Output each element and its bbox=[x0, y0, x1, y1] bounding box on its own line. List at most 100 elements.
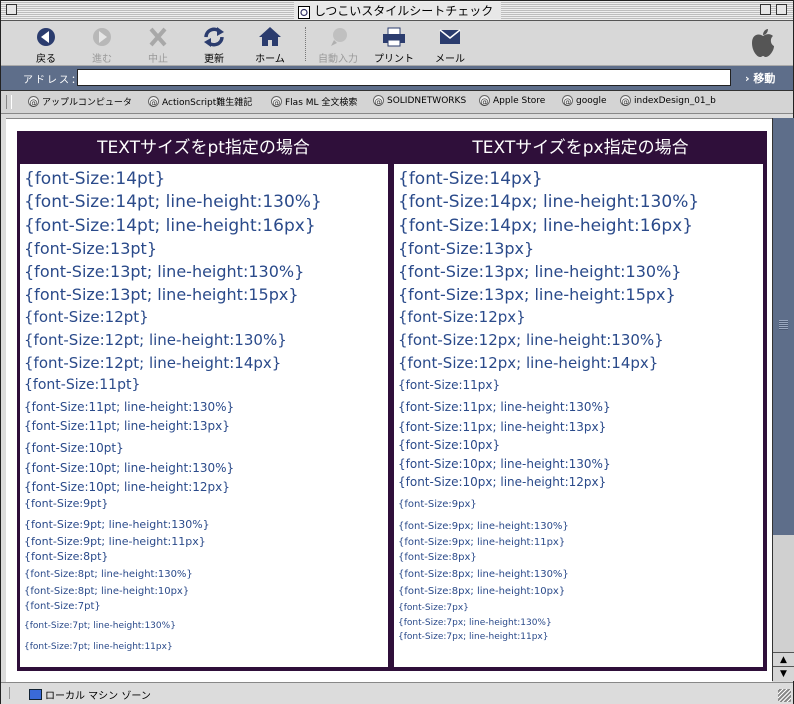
font-size-sample: {font-Size:11pt; line-height:13px} bbox=[24, 419, 230, 433]
favorite-label: Flas ML 全文検索 bbox=[285, 98, 358, 108]
font-size-sample: {font-Size:8px} bbox=[398, 552, 477, 563]
refresh-button[interactable]: 更新 bbox=[188, 24, 240, 65]
go-button[interactable]: › 移動 bbox=[745, 70, 775, 86]
comparison-table: TEXTサイズをpt指定の場合 TEXTサイズをpx指定の場合 {font-Si… bbox=[17, 131, 767, 671]
favorite-at-icon: @ bbox=[479, 95, 490, 106]
stop-x-icon bbox=[145, 26, 171, 48]
scroll-down-arrow-icon[interactable]: ▼ bbox=[773, 666, 794, 681]
stop-label: 中止 bbox=[148, 54, 168, 65]
font-size-sample: {font-Size:7px; line-height:11px} bbox=[398, 632, 549, 642]
favorites-bar: @ アップルコンピュータ @ ActionScript難生雑記 @ Flas ML 全… bbox=[1, 91, 793, 114]
forward-label: 進む bbox=[92, 54, 112, 65]
mail-button[interactable]: メール bbox=[424, 24, 476, 65]
favorite-label: Apple Store bbox=[493, 95, 546, 106]
font-size-sample: {font-Size:11pt; line-height:130%} bbox=[24, 400, 235, 414]
font-size-sample: {font-Size:8px; line-height:130%} bbox=[398, 569, 569, 580]
back-label: 戻る bbox=[36, 54, 56, 65]
font-size-sample: {font-Size:11px; line-height:13px} bbox=[398, 420, 607, 434]
font-size-sample: {font-Size:9px; line-height:130%} bbox=[398, 521, 569, 532]
font-size-sample: {font-Size:10pt; line-height:130%} bbox=[24, 461, 235, 475]
font-size-sample: {font-Size:8pt; line-height:10px} bbox=[24, 586, 190, 597]
toolbar-separator bbox=[305, 27, 307, 61]
favorite-at-icon: @ bbox=[271, 96, 282, 107]
status-bar: ローカル マシン ゾーン bbox=[1, 682, 793, 704]
computer-icon bbox=[29, 689, 42, 700]
font-size-sample: {font-Size:8pt} bbox=[24, 550, 109, 563]
toolbar: 戻る 進む 中止 更新 ホーム 自動入力 プリント メール bbox=[1, 21, 793, 66]
collapse-box[interactable] bbox=[776, 4, 787, 15]
home-label: ホーム bbox=[255, 54, 285, 65]
back-button[interactable]: 戻る bbox=[20, 24, 72, 65]
print-button[interactable]: プリント bbox=[368, 24, 420, 65]
address-input[interactable] bbox=[77, 69, 731, 86]
font-size-sample: {font-Size:12px; line-height:14px} bbox=[398, 354, 659, 372]
favorite-link[interactable]: @ ActionScript難生雑記 bbox=[148, 95, 252, 108]
font-size-sample: {font-Size:11px; line-height:130%} bbox=[398, 400, 611, 414]
scroll-up-arrow-icon[interactable]: ▲ bbox=[773, 652, 794, 667]
printer-icon bbox=[381, 26, 407, 48]
scroll-track[interactable] bbox=[773, 535, 794, 652]
refresh-label: 更新 bbox=[204, 54, 224, 65]
resize-grip-icon[interactable] bbox=[778, 689, 791, 702]
window-title: しつこいスタイルシートチェック bbox=[314, 4, 494, 18]
favorite-at-icon: @ bbox=[148, 96, 159, 107]
font-size-sample: {font-Size:10pt} bbox=[24, 441, 124, 455]
font-size-sample: {font-Size:7px} bbox=[398, 603, 469, 613]
forward-button[interactable]: 進む bbox=[76, 24, 128, 65]
font-size-sample: {font-Size:14pt} bbox=[24, 169, 166, 189]
favorite-label: ActionScript難生雑記 bbox=[162, 98, 253, 108]
font-size-sample: {font-Size:14pt; line-height:130%} bbox=[24, 192, 322, 212]
apple-logo-icon[interactable] bbox=[749, 27, 777, 59]
home-icon bbox=[257, 26, 283, 48]
px-column-cell: {font-Size:14px} {font-Size:14px; line-he… bbox=[394, 164, 763, 667]
favorite-link[interactable]: @ SOLIDNETWORKS bbox=[373, 95, 466, 106]
font-size-sample: {font-Size:13px} bbox=[398, 239, 535, 258]
go-label: 移動 bbox=[753, 72, 776, 85]
print-label: プリント bbox=[374, 54, 414, 65]
font-size-sample: {font-Size:9px} bbox=[398, 499, 477, 510]
scroll-thumb[interactable] bbox=[773, 118, 794, 535]
address-label: アドレス： bbox=[23, 75, 83, 86]
font-size-sample: {font-Size:7pt} bbox=[24, 601, 101, 612]
vertical-scrollbar[interactable]: ▲ ▼ bbox=[772, 118, 794, 681]
favorite-at-icon: @ bbox=[373, 95, 384, 106]
autofill-button[interactable]: 自動入力 bbox=[312, 24, 364, 65]
font-size-sample: {font-Size:8px; line-height:10px} bbox=[398, 586, 566, 597]
favorite-at-icon: @ bbox=[562, 95, 573, 106]
favorite-at-icon: @ bbox=[620, 95, 631, 106]
browser-window: しつこいスタイルシートチェック 戻る 進む 中止 更新 ホーム 自動入力 プリン… bbox=[0, 0, 794, 704]
address-bar: アドレス： › 移動 bbox=[1, 66, 793, 91]
font-size-sample: {font-Size:10px} bbox=[398, 438, 501, 452]
font-size-sample: {font-Size:14px; line-height:130%} bbox=[398, 192, 700, 212]
home-button[interactable]: ホーム bbox=[244, 24, 296, 65]
favorite-link[interactable]: @ google bbox=[562, 95, 606, 106]
left-column-header: TEXTサイズをpt指定の場合 bbox=[97, 138, 310, 158]
font-size-sample: {font-Size:12pt; line-height:14px} bbox=[24, 354, 282, 372]
font-size-sample: {font-Size:9px; line-height:11px} bbox=[398, 537, 566, 548]
stop-button[interactable]: 中止 bbox=[132, 24, 184, 65]
favorite-link[interactable]: @ indexDesign_01_b bbox=[620, 95, 716, 106]
font-size-sample: {font-Size:9pt; line-height:130%} bbox=[24, 518, 210, 531]
favorite-link[interactable]: @ Flas ML 全文検索 bbox=[271, 95, 357, 108]
autofill-label: 自動入力 bbox=[318, 54, 358, 65]
font-size-sample: {font-Size:11pt} bbox=[24, 377, 141, 393]
favorite-label: indexDesign_01_b bbox=[634, 95, 716, 106]
font-size-sample: {font-Size:8pt; line-height:130%} bbox=[24, 569, 193, 580]
font-size-sample: {font-Size:13px; line-height:130%} bbox=[398, 262, 682, 281]
font-size-sample: {font-Size:13pt} bbox=[24, 239, 157, 258]
font-size-sample: {font-Size:10px; line-height:12px} bbox=[398, 475, 607, 489]
favorite-at-icon: @ bbox=[28, 96, 39, 107]
favorites-grip[interactable] bbox=[6, 95, 12, 109]
font-size-sample: {font-Size:12px; line-height:130%} bbox=[398, 331, 664, 349]
font-size-sample: {font-Size:10px; line-height:130%} bbox=[398, 457, 611, 471]
font-size-sample: {font-Size:11px} bbox=[398, 378, 501, 392]
page-content: TEXTサイズをpt指定の場合 TEXTサイズをpx指定の場合 {font-Si… bbox=[6, 118, 772, 682]
close-box[interactable] bbox=[6, 4, 17, 15]
favorite-label: SOLIDNETWORKS bbox=[387, 95, 467, 106]
favorite-link[interactable]: @ アップルコンピュータ bbox=[28, 95, 132, 108]
title-bar[interactable]: しつこいスタイルシートチェック bbox=[1, 1, 793, 21]
font-size-sample: {font-Size:13pt; line-height:15px} bbox=[24, 285, 299, 304]
zoom-box[interactable] bbox=[760, 4, 771, 15]
favorite-link[interactable]: @ Apple Store bbox=[479, 95, 545, 106]
favorite-label: アップルコンピュータ bbox=[42, 98, 132, 108]
